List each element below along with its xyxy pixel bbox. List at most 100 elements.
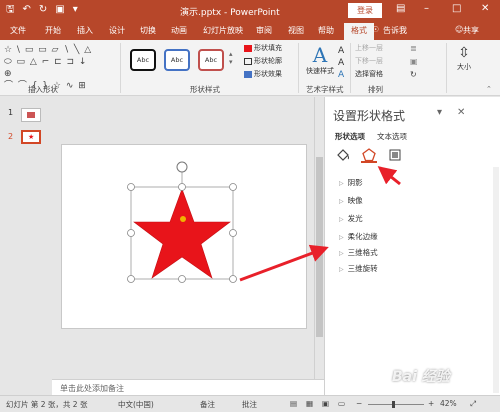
present-icon[interactable]: ▣ [55, 4, 64, 16]
language-status[interactable]: 中文(中国) [118, 399, 154, 410]
tab-home[interactable]: 开始 [45, 25, 61, 36]
group-separator [120, 43, 121, 93]
text-effects-icon[interactable]: A [338, 70, 344, 80]
tab-transitions[interactable]: 切换 [140, 25, 156, 36]
customize-icon[interactable]: ▾ [73, 4, 78, 16]
window-title: 演示.pptx - PowerPoint [180, 8, 280, 18]
minimize-icon[interactable]: – [424, 3, 429, 14]
expand-icon: ▷ [339, 198, 344, 205]
fill-line-icon[interactable] [335, 147, 351, 163]
shape-styles-label: 形状样式 [190, 85, 220, 94]
shape-effects-button[interactable]: 形状效果 [244, 69, 282, 79]
prop-soft-edges[interactable]: ▷ 柔化边缘 [339, 231, 378, 242]
pane-options-icon[interactable]: ▾ [437, 107, 442, 118]
zoom-level[interactable]: 42% [440, 399, 457, 408]
comments-toggle[interactable]: 批注 [242, 399, 257, 410]
tab-shape-options[interactable]: 形状选项 [335, 131, 365, 142]
expand-icon: ▷ [339, 234, 344, 241]
selection-pane-button[interactable]: 选择窗格 [355, 69, 383, 79]
slide-thumbnail-pane: 1 2 ★ [0, 97, 52, 395]
tab-slideshow[interactable]: 幻灯片放映 [203, 25, 243, 36]
status-bar: 幻灯片 第 2 张，共 2 张 中文(中国) 备注 批注 ▤ ▦ ▣ ▭ − +… [0, 395, 500, 412]
zoom-slider-thumb[interactable] [392, 401, 395, 408]
rotate-icon[interactable]: ↻ [410, 70, 417, 79]
prop-shadow[interactable]: ▷ 阴影 [339, 177, 363, 188]
normal-view-icon[interactable]: ▤ [290, 399, 297, 408]
tab-file[interactable]: 文件 [10, 25, 26, 36]
shape-style-blue[interactable]: Abc [164, 49, 190, 71]
size-button[interactable]: ⇳ 大小 [452, 44, 476, 72]
shape-fill-button[interactable]: 形状填充 [244, 43, 282, 53]
slide-number: 2 [8, 132, 14, 141]
shapes-gallery[interactable]: ☆ \ ▭ ▭ ▱ ∖ ╲ △ ⬭ ▭ △ ⌐ ⊏ ⊐ ↓ ⊕ ⌒ ⌒ { } ☆ … [4, 44, 96, 91]
notes-toggle[interactable]: 备注 [200, 399, 215, 410]
tab-design[interactable]: 设计 [109, 25, 125, 36]
zoom-slider[interactable] [368, 404, 424, 405]
size-properties-icon[interactable] [387, 147, 403, 163]
tell-me-search[interactable]: 告诉我 [383, 25, 407, 36]
tab-insert[interactable]: 插入 [77, 25, 93, 36]
slide-thumbnail-2[interactable]: ★ [21, 130, 41, 144]
tab-view[interactable]: 视图 [288, 25, 304, 36]
collapse-ribbon-icon[interactable]: ⌃ [486, 85, 492, 93]
sorter-view-icon[interactable]: ▦ [306, 399, 313, 408]
bring-forward-button[interactable]: 上移一层 [355, 43, 383, 53]
thumbnail-star-icon: ★ [28, 133, 35, 141]
prop-3d-rotation[interactable]: ▷ 三维旋转 [339, 263, 378, 274]
insert-shapes-label: 插入形状 [28, 85, 58, 94]
tab-text-options[interactable]: 文本选项 [377, 131, 407, 142]
prop-3d-format[interactable]: ▷ 三维格式 [339, 247, 378, 258]
ribbon-tabs: 文件 开始 插入 设计 切换 动画 幻灯片放映 审阅 视图 帮助 格式 ☉ 告诉… [0, 22, 500, 40]
slide-canvas[interactable] [62, 145, 306, 328]
editing-scrollbar[interactable] [314, 97, 324, 379]
shape-style-black[interactable]: Abc [130, 49, 156, 71]
scrollbar-thumb[interactable] [316, 157, 323, 337]
close-icon[interactable]: ✕ [481, 3, 489, 14]
tab-animations[interactable]: 动画 [171, 25, 187, 36]
expand-icon: ▷ [339, 250, 344, 257]
zoom-out-icon[interactable]: − [356, 399, 362, 408]
quick-styles-button[interactable]: A 快速样式 [304, 44, 336, 76]
login-button[interactable]: 登录 [348, 3, 382, 18]
prop-reflection[interactable]: ▷ 映像 [339, 195, 363, 206]
fill-icon [244, 44, 252, 52]
pane-scrollbar[interactable] [493, 167, 499, 393]
slideshow-view-icon[interactable]: ▭ [338, 399, 345, 408]
shape-outline-button[interactable]: 形状轮廓 [244, 56, 282, 66]
group-icon[interactable]: ▣ [410, 57, 418, 66]
group-separator [446, 43, 447, 93]
shape-style-red[interactable]: Abc [198, 49, 224, 71]
size-icon: ⇳ [458, 45, 470, 61]
prop-glow[interactable]: ▷ 发光 [339, 213, 363, 224]
tab-format[interactable]: 格式 [344, 23, 374, 40]
group-separator [350, 43, 351, 93]
slide-thumbnail-1[interactable] [21, 108, 41, 122]
notes-input[interactable]: 单击此处添加备注 [52, 379, 324, 395]
reading-view-icon[interactable]: ▣ [322, 399, 329, 408]
slide-count-status: 幻灯片 第 2 张，共 2 张 [6, 400, 88, 409]
lightbulb-icon: ☉ [372, 25, 380, 34]
effects-pentagon-icon[interactable] [361, 147, 377, 163]
tab-review[interactable]: 审阅 [256, 25, 272, 36]
share-button[interactable]: 共享 [463, 25, 479, 36]
zoom-in-icon[interactable]: + [428, 399, 434, 408]
ribbon-display-icon[interactable]: ▤ [396, 3, 405, 14]
format-shape-pane: 设置形状格式 ▾ ✕ 形状选项 文本选项 ▷ 阴影 ▷ 映像 ▷ 发光 ▷ 柔化边缘 ▷… [324, 97, 500, 395]
undo-icon[interactable]: ↶ [23, 4, 31, 16]
title-bar: 🖫 ↶ ↻ ▣ ▾ 演示.pptx - PowerPoint 登录 ▤ – □ … [0, 0, 500, 22]
align-icon[interactable]: ≣ [410, 44, 417, 53]
maximize-icon[interactable]: □ [452, 3, 461, 14]
redo-icon[interactable]: ↻ [39, 4, 47, 16]
fit-slide-icon[interactable]: ⤢ [470, 399, 476, 409]
styles-more-icon[interactable]: ▴ ▾ [229, 50, 233, 66]
expand-icon: ▷ [339, 216, 344, 223]
text-fill-icon[interactable]: A [338, 46, 344, 56]
save-icon[interactable]: 🖫 [6, 4, 15, 16]
arrange-label: 排列 [368, 85, 383, 94]
powerpoint-window: 🖫 ↶ ↻ ▣ ▾ 演示.pptx - PowerPoint 登录 ▤ – □ … [0, 0, 500, 412]
send-backward-button[interactable]: 下移一层 [355, 56, 383, 66]
text-outline-icon[interactable]: A [338, 58, 344, 68]
wordart-label: 艺术字样式 [306, 85, 344, 94]
pane-close-icon[interactable]: ✕ [457, 107, 465, 118]
tab-help[interactable]: 帮助 [318, 25, 334, 36]
